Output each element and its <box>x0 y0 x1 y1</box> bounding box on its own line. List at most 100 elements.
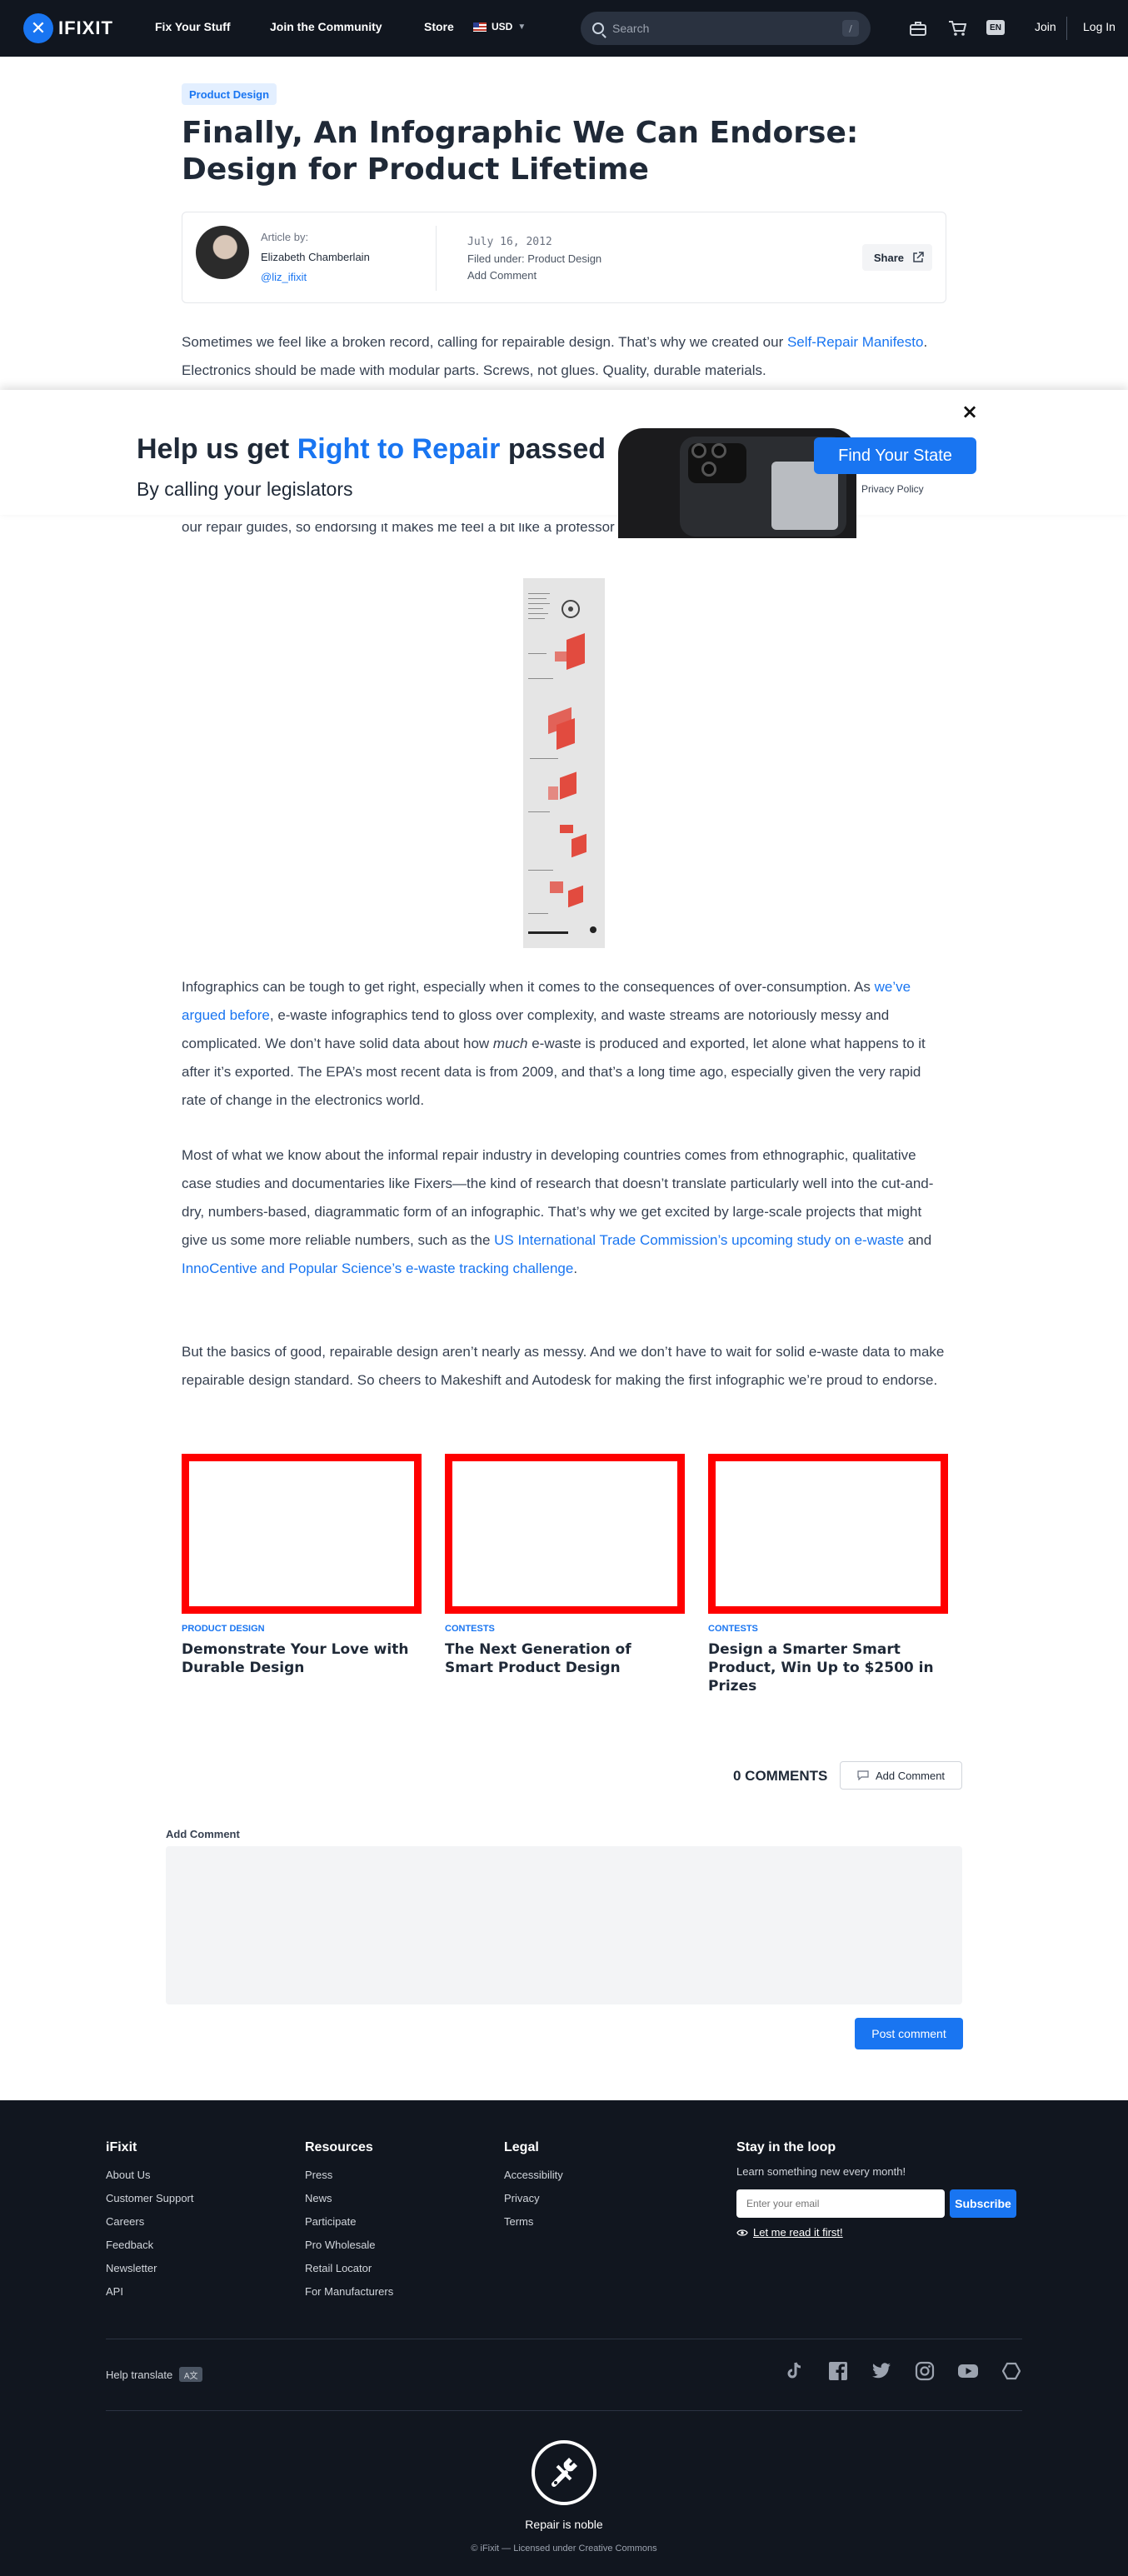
hive-icon[interactable] <box>1001 2360 1022 2382</box>
footer-link[interactable]: Customer Support <box>106 2187 194 2210</box>
related-post-title[interactable]: Design a Smarter Smart Product, Win Up t… <box>708 1640 941 1695</box>
nav-link-join-community[interactable]: Join the Community <box>270 20 382 33</box>
currency-selector[interactable]: USD ▼ <box>473 21 526 32</box>
related-post-category[interactable]: PRODUCT DESIGN <box>182 1624 422 1634</box>
footer-column-ifixit: iFixit About Us Customer Support Careers… <box>106 2140 194 2304</box>
search-bar: / <box>581 12 871 45</box>
translate-icon: A文 <box>179 2367 203 2382</box>
nav-divider <box>1066 17 1067 40</box>
read-first-link[interactable]: Let me read it first! <box>736 2226 1016 2239</box>
footer-tagline: Repair is noble <box>525 2518 603 2531</box>
author-label: Article by: <box>261 231 309 243</box>
search-input[interactable] <box>612 22 834 35</box>
language-selector[interactable]: EN <box>986 20 1005 35</box>
byline-divider <box>436 226 437 291</box>
footer-link[interactable]: Press <box>305 2164 393 2187</box>
youtube-icon[interactable] <box>957 2360 979 2382</box>
newsletter-form: Subscribe <box>736 2189 1016 2218</box>
footer-link[interactable]: API <box>106 2280 194 2304</box>
author-name: Elizabeth Chamberlain <box>261 251 370 263</box>
nav-link-fix-your-stuff[interactable]: Fix Your Stuff <box>155 20 230 33</box>
footer-link[interactable]: About Us <box>106 2164 194 2187</box>
footer-link[interactable]: Feedback <box>106 2234 194 2257</box>
footer-link[interactable]: Pro Wholesale <box>305 2234 393 2257</box>
footer-heading: Legal <box>504 2140 539 2154</box>
footer-link[interactable]: Privacy <box>504 2187 563 2210</box>
right-to-repair-banner: Help us get Right to Repair passed By ca… <box>0 390 1128 538</box>
nav-link-store[interactable]: Store <box>424 20 454 33</box>
newsletter-description: Learn something new every month! <box>736 2165 906 2178</box>
us-flag-icon <box>473 22 487 32</box>
comment-textarea[interactable] <box>166 1846 962 2004</box>
author-handle-link[interactable]: @liz_ifixit <box>261 271 307 283</box>
help-translate-link[interactable]: Help translate A文 <box>106 2367 203 2382</box>
find-your-state-button[interactable]: Find Your State <box>814 437 976 474</box>
footer-divider <box>106 2410 1022 2411</box>
article-paragraph-3: Most of what we know about the informal … <box>182 1141 946 1283</box>
p3-text-c: . <box>573 1261 578 1276</box>
login-link[interactable]: Log In <box>1083 20 1116 33</box>
innocentive-challenge-link[interactable]: InnoCentive and Popular Science’s e-wast… <box>182 1261 573 1276</box>
footer-link[interactable]: Careers <box>106 2210 194 2234</box>
self-repair-manifesto-link[interactable]: Self-Repair Manifesto <box>787 334 923 350</box>
footer-link[interactable]: Terms <box>504 2210 563 2234</box>
cart-icon[interactable] <box>947 18 967 38</box>
related-post-title[interactable]: The Next Generation of Smart Product Des… <box>445 1640 678 1677</box>
banner-title-a: Help us get <box>137 433 297 465</box>
eye-icon <box>736 2229 748 2236</box>
search-shortcut-key: / <box>842 20 859 37</box>
related-post-card[interactable]: CONTESTS The Next Generation of Smart Pr… <box>445 1454 685 1677</box>
category-tag[interactable]: Product Design <box>182 83 277 105</box>
footer-link[interactable]: Retail Locator <box>305 2257 393 2280</box>
close-banner-icon[interactable]: × <box>961 400 978 423</box>
filed-under-link[interactable]: Product Design <box>527 252 601 265</box>
instagram-icon[interactable] <box>914 2360 936 2382</box>
facebook-icon[interactable] <box>827 2360 849 2382</box>
related-post-category[interactable]: CONTESTS <box>445 1624 685 1634</box>
footer-link[interactable]: For Manufacturers <box>305 2280 393 2304</box>
related-post-image[interactable] <box>445 1454 685 1614</box>
article-byline: Article by: Elizabeth Chamberlain @liz_i… <box>182 212 946 303</box>
toolbox-icon[interactable] <box>908 18 928 38</box>
footer-link[interactable]: Participate <box>305 2210 393 2234</box>
share-button[interactable]: Share <box>861 244 932 271</box>
search-icon <box>592 22 604 34</box>
article-title: Finally, An Infographic We Can Endorse: … <box>182 116 859 187</box>
subscribe-button[interactable]: Subscribe <box>950 2189 1016 2218</box>
related-post-card[interactable]: CONTESTS Design a Smarter Smart Product,… <box>708 1454 948 1695</box>
p3-text-b: and <box>904 1232 932 1248</box>
ifixit-logo[interactable]: ✕ IFIXIT <box>23 13 113 43</box>
repair-emblem-icon <box>532 2440 596 2505</box>
footer-link[interactable]: Newsletter <box>106 2257 194 2280</box>
add-comment-button[interactable]: Add Comment <box>840 1761 962 1790</box>
add-comment-link[interactable]: Add Comment <box>467 269 537 282</box>
join-link[interactable]: Join <box>1035 20 1056 33</box>
article-paragraph-2: Infographics can be tough to get right, … <box>182 973 946 1115</box>
banner-subtitle: By calling your legislators <box>137 478 353 500</box>
footer-link[interactable]: News <box>305 2187 393 2210</box>
comment-count: 0 COMMENTS <box>733 1768 828 1784</box>
p2-text-a: Infographics can be tough to get right, … <box>182 979 875 995</box>
banner-title-b: passed <box>500 433 606 465</box>
design-for-product-lifetime-infographic[interactable] <box>523 578 605 948</box>
tiktok-icon[interactable] <box>784 2360 806 2382</box>
banner-title: Help us get Right to Repair passed <box>137 433 606 466</box>
twitter-icon[interactable] <box>871 2360 892 2382</box>
author-avatar[interactable] <box>196 226 249 279</box>
related-post-image[interactable] <box>708 1454 948 1614</box>
itc-study-link[interactable]: US International Trade Commission’s upco… <box>494 1232 904 1248</box>
related-post-title[interactable]: Demonstrate Your Love with Durable Desig… <box>182 1640 415 1677</box>
newsletter-email-input[interactable] <box>736 2189 945 2218</box>
footer-newsletter: Stay in the loop Learn something new eve… <box>736 2140 1016 2239</box>
post-comment-button[interactable]: Post comment <box>855 2018 963 2049</box>
help-translate-label: Help translate <box>106 2368 173 2381</box>
related-post-image[interactable] <box>182 1454 422 1614</box>
privacy-policy-link[interactable]: Privacy Policy <box>861 483 924 495</box>
filed-under-label: Filed under: <box>467 252 525 265</box>
publish-date: July 16, 2012 <box>467 236 552 248</box>
add-comment-label: Add Comment <box>875 1769 946 1782</box>
footer-link[interactable]: Accessibility <box>504 2164 563 2187</box>
related-post-category[interactable]: CONTESTS <box>708 1624 948 1634</box>
related-post-card[interactable]: PRODUCT DESIGN Demonstrate Your Love wit… <box>182 1454 422 1677</box>
banner-title-highlight: Right to Repair <box>297 433 501 465</box>
